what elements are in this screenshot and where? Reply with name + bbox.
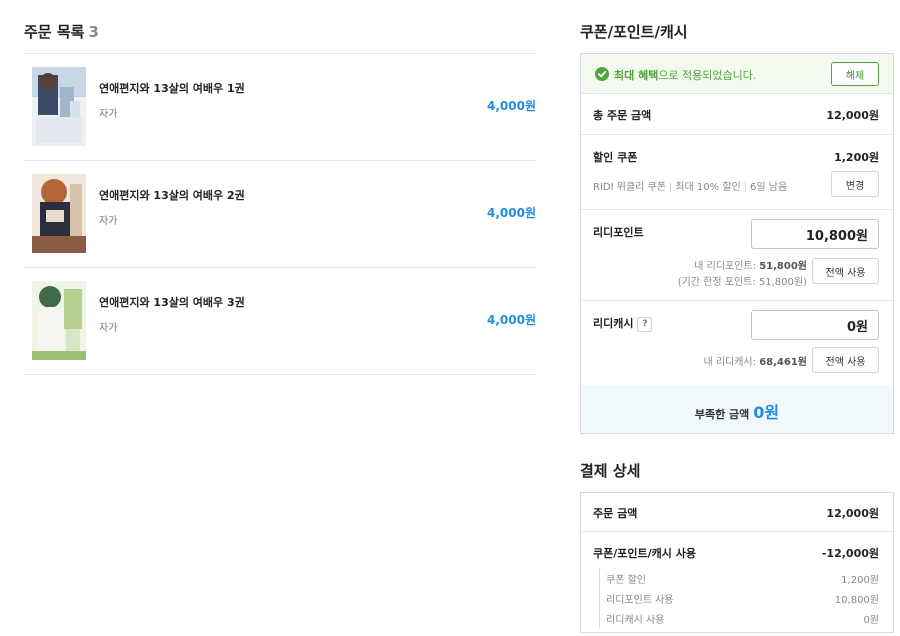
coupon-row: 할인 쿠폰 1,200원 RIDI 위클리 쿠폰 | 최대 10% 할인 | 6일 남음…: [581, 135, 893, 210]
shortage-summary: 부족한 금액 0원: [581, 385, 893, 433]
order-amount-label: 주문 금액: [593, 507, 638, 520]
item-title[interactable]: 연애편지와 13살의 여배우 1권: [99, 80, 245, 96]
cash-amount-input[interactable]: [751, 310, 879, 340]
breakdown-value: 10,800원: [834, 595, 879, 606]
use-all-points-button[interactable]: 전액 사용: [812, 258, 879, 284]
item-title[interactable]: 연애편지와 13살의 여배우 2권: [99, 187, 245, 203]
breakdown-value: 1,200원: [841, 575, 879, 586]
checkout-sidebar: 쿠폰/포인트/캐시 최대 혜택으로 적용되었습니다. 해제 총 주문 금액 12…: [580, 20, 894, 633]
coupon-value: 1,200원: [834, 151, 879, 164]
book-cover-image[interactable]: [32, 174, 86, 253]
breakdown-label: 쿠폰 할인: [606, 575, 646, 586]
coupon-name: RIDI 위클리 쿠폰: [593, 182, 666, 193]
coupon-label: 할인 쿠폰: [593, 151, 638, 164]
item-author[interactable]: 자가: [99, 212, 117, 227]
cash-balance-value: 68,461원: [759, 357, 807, 368]
cancel-benefit-button[interactable]: 해제: [831, 62, 879, 86]
order-list-title-text: 주문 목록: [24, 23, 85, 41]
coupon-days: 6일 남음: [750, 182, 788, 193]
total-order-value: 12,000원: [826, 109, 879, 122]
breakdown-value: 0원: [863, 615, 879, 626]
item-price: 4,000원: [487, 99, 536, 113]
item-price: 4,000원: [487, 313, 536, 327]
breakdown-item: 리디캐시 사용 0원: [606, 608, 879, 628]
use-all-cash-button[interactable]: 전액 사용: [812, 347, 879, 373]
max-benefit-banner: 최대 혜택으로 적용되었습니다. 해제: [581, 54, 893, 94]
payment-detail-panel: 주문 금액 12,000원 쿠폰/포인트/캐시 사용 -12,000원 쿠폰 할…: [580, 492, 894, 633]
breakdown-label: 리디포인트 사용: [606, 595, 674, 606]
point-row: 리디포인트 내 리디포인트: 51,800원 (기간 한정 포인트: 51,80…: [581, 210, 893, 301]
order-list: 연애편지와 13살의 여배우 1권 자가 4,000원 연애편지와 13살의 여…: [24, 53, 536, 375]
breakdown-label: 리디캐시 사용: [606, 615, 665, 626]
item-author[interactable]: 자가: [99, 319, 117, 334]
cash-label: 리디캐시: [593, 317, 634, 330]
cash-label-group: 리디캐시?: [593, 315, 653, 332]
help-icon[interactable]: ?: [637, 316, 653, 332]
benefit-rest: 으로 적용되었습니다.: [658, 69, 757, 82]
shortage-value: 0원: [753, 403, 780, 422]
benefit-message: 최대 혜택으로 적용되었습니다.: [614, 67, 756, 83]
list-item: 연애편지와 13살의 여배우 1권 자가 4,000원: [24, 54, 536, 161]
list-item: 연애편지와 13살의 여배우 2권 자가 4,000원: [24, 161, 536, 268]
check-circle-icon: [595, 67, 609, 81]
item-author[interactable]: 자가: [99, 105, 117, 120]
point-amount-input[interactable]: [751, 219, 879, 249]
point-balance: 내 리디포인트: 51,800원: [694, 257, 807, 272]
order-amount-row: 주문 금액 12,000원: [581, 493, 893, 532]
item-price: 4,000원: [487, 206, 536, 220]
list-item: 연애편지와 13살의 여배우 3권 자가 4,000원: [24, 268, 536, 375]
point-limited-balance: (기간 한정 포인트: 51,800원): [677, 277, 807, 288]
book-cover-image[interactable]: [32, 281, 86, 360]
breakdown-item: 쿠폰 할인 1,200원: [606, 568, 879, 588]
point-balance-value: 51,800원: [759, 261, 807, 272]
benefit-strong: 최대 혜택: [614, 69, 659, 82]
discount-used-row: 쿠폰/포인트/캐시 사용 -12,000원 쿠폰 할인 1,200원 리디포인트 …: [581, 532, 893, 632]
coupon-rate: 최대 10% 할인: [675, 182, 741, 193]
total-order-row: 총 주문 금액 12,000원: [581, 94, 893, 135]
discount-panel: 최대 혜택으로 적용되었습니다. 해제 총 주문 금액 12,000원 할인 쿠…: [580, 53, 894, 434]
coupon-description: RIDI 위클리 쿠폰 | 최대 10% 할인 | 6일 남음: [593, 182, 788, 193]
payment-detail-title: 결제 상세: [580, 462, 641, 480]
discount-breakdown: 쿠폰 할인 1,200원 리디포인트 사용 10,800원 리디캐시 사용 0원: [599, 568, 879, 628]
point-balance-prefix: 내 리디포인트:: [694, 261, 757, 272]
order-count: 3: [88, 23, 99, 41]
item-title[interactable]: 연애편지와 13살의 여배우 3권: [99, 294, 245, 310]
total-order-label: 총 주문 금액: [593, 109, 652, 122]
discount-section-title: 쿠폰/포인트/캐시: [580, 23, 688, 41]
book-cover-image[interactable]: [32, 67, 86, 146]
point-label: 리디포인트: [593, 226, 644, 239]
order-amount-value: 12,000원: [826, 507, 879, 520]
order-list-title: 주문 목록 3: [24, 20, 536, 44]
change-coupon-button[interactable]: 변경: [831, 171, 879, 197]
discount-used-label: 쿠폰/포인트/캐시 사용: [593, 547, 696, 560]
cash-row: 리디캐시? 내 리디캐시: 68,461원 전액 사용: [581, 301, 893, 385]
discount-used-value: -12,000원: [821, 547, 879, 560]
cash-balance: 내 리디캐시: 68,461원: [703, 353, 807, 368]
breakdown-item: 리디포인트 사용 10,800원: [606, 588, 879, 608]
order-list-section: 주문 목록 3 연애편지와 13살의 여배우 1권 자가 4,000원 연애편지…: [24, 20, 536, 375]
shortage-label: 부족한 금액: [694, 408, 750, 421]
cash-balance-prefix: 내 리디캐시:: [703, 357, 757, 368]
